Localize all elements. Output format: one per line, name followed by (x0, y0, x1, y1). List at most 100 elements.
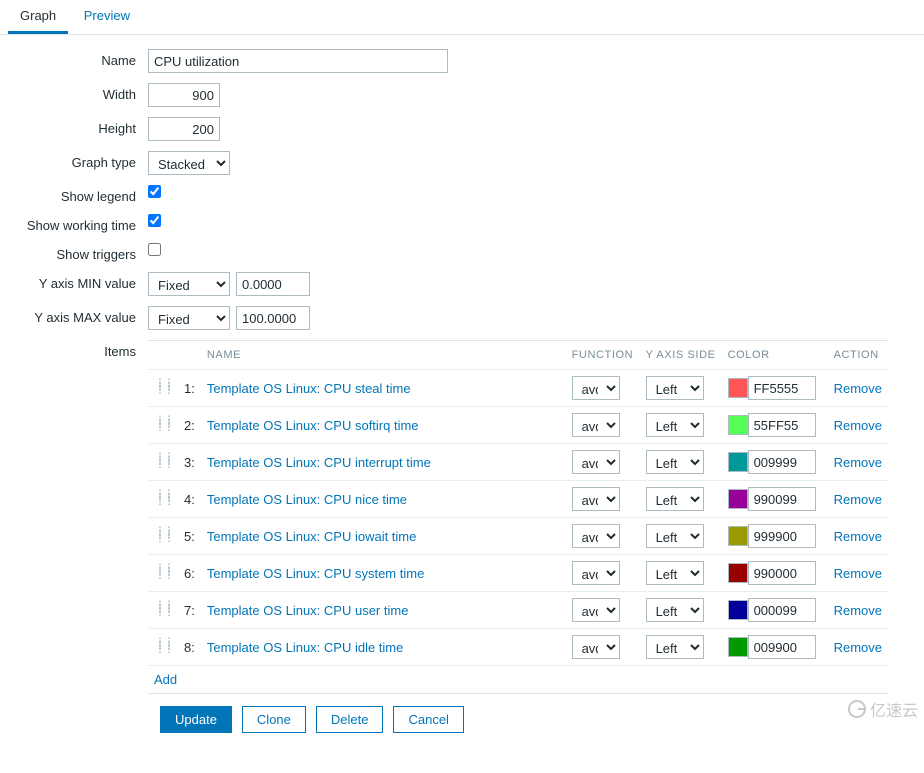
y-max-mode-select[interactable]: Fixed (148, 306, 230, 330)
drag-handle-icon[interactable]: ⋮⋮⋮⋮⋮⋮ (148, 518, 178, 555)
function-select[interactable]: avg (572, 524, 620, 548)
yaxis-side-select[interactable]: Left (646, 487, 704, 511)
drag-handle-icon[interactable]: ⋮⋮⋮⋮⋮⋮ (148, 481, 178, 518)
function-select[interactable]: avg (572, 561, 620, 585)
yaxis-side-select[interactable]: Left (646, 598, 704, 622)
y-min-value-field[interactable] (236, 272, 310, 296)
item-index: 7: (178, 592, 201, 629)
remove-link[interactable]: Remove (834, 455, 882, 470)
y-min-mode-select[interactable]: Fixed (148, 272, 230, 296)
color-swatch[interactable] (728, 452, 748, 472)
cancel-button[interactable]: Cancel (393, 706, 463, 733)
yaxis-side-select[interactable]: Left (646, 524, 704, 548)
remove-link[interactable]: Remove (834, 640, 882, 655)
yaxis-side-select[interactable]: Left (646, 376, 704, 400)
table-row: ⋮⋮⋮⋮⋮⋮2:Template OS Linux: CPU softirq t… (148, 407, 888, 444)
color-field[interactable] (748, 598, 816, 622)
remove-link[interactable]: Remove (834, 492, 882, 507)
table-row: ⋮⋮⋮⋮⋮⋮4: Template OS Linux: CPU nice time… (148, 481, 888, 518)
tab-preview[interactable]: Preview (72, 0, 142, 31)
item-index: 3: (178, 444, 201, 481)
color-swatch[interactable] (728, 600, 748, 620)
y-max-value-field[interactable] (236, 306, 310, 330)
function-select[interactable]: avg (572, 376, 620, 400)
table-row: ⋮⋮⋮⋮⋮⋮1: Template OS Linux: CPU steal tim… (148, 370, 888, 407)
drag-handle-icon[interactable]: ⋮⋮⋮⋮⋮⋮ (148, 444, 178, 481)
item-index: 1: (178, 370, 201, 407)
items-table-wrap: NAME FUNCTION Y AXIS SIDE COLOR ACTION ⋮… (148, 340, 888, 694)
yaxis-side-select[interactable]: Left (646, 450, 704, 474)
yaxis-side-select[interactable]: Left (646, 561, 704, 585)
height-field[interactable] (148, 117, 220, 141)
drag-handle-icon[interactable]: ⋮⋮⋮⋮⋮⋮ (148, 407, 178, 444)
color-field[interactable] (748, 450, 816, 474)
color-swatch[interactable] (728, 526, 748, 546)
item-name-link[interactable]: Template OS Linux: CPU system time (207, 566, 424, 581)
color-swatch[interactable] (728, 637, 748, 657)
color-field[interactable] (748, 635, 816, 659)
header-function: FUNCTION (566, 341, 640, 370)
color-swatch[interactable] (728, 489, 748, 509)
remove-link[interactable]: Remove (834, 381, 882, 396)
label-show-working-time: Show working time (0, 214, 148, 233)
width-field[interactable] (148, 83, 220, 107)
item-name-link[interactable]: Template OS Linux: CPU idle time (207, 640, 404, 655)
item-name-link[interactable]: Template OS Linux: CPU steal time (207, 381, 411, 396)
color-field[interactable] (748, 376, 816, 400)
item-name-link[interactable]: Template OS Linux: CPU user time (207, 603, 409, 618)
button-bar: Update Clone Delete Cancel (0, 706, 924, 733)
drag-handle-icon[interactable]: ⋮⋮⋮⋮⋮⋮ (148, 592, 178, 629)
color-field[interactable] (748, 524, 816, 548)
label-width: Width (0, 83, 148, 102)
label-show-triggers: Show triggers (0, 243, 148, 262)
item-name-link[interactable]: Template OS Linux: CPU nice time (207, 492, 407, 507)
color-field[interactable] (748, 487, 816, 511)
item-name-link[interactable]: Template OS Linux: CPU softirq time (207, 418, 419, 433)
color-swatch[interactable] (728, 563, 748, 583)
label-y-max: Y axis MAX value (0, 306, 148, 325)
item-name-link[interactable]: Template OS Linux: CPU iowait time (207, 529, 417, 544)
color-field[interactable] (748, 413, 816, 437)
color-swatch[interactable] (728, 415, 748, 435)
yaxis-side-select[interactable]: Left (646, 635, 704, 659)
remove-link[interactable]: Remove (834, 603, 882, 618)
add-item-link[interactable]: Add (154, 672, 177, 687)
remove-link[interactable]: Remove (834, 529, 882, 544)
label-height: Height (0, 117, 148, 136)
update-button[interactable]: Update (160, 706, 232, 733)
drag-handle-icon[interactable]: ⋮⋮⋮⋮⋮⋮ (148, 629, 178, 666)
function-select[interactable]: avg (572, 487, 620, 511)
drag-handle-icon[interactable]: ⋮⋮⋮⋮⋮⋮ (148, 555, 178, 592)
table-row: ⋮⋮⋮⋮⋮⋮3: Template OS Linux: CPU interrupt… (148, 444, 888, 481)
color-swatch[interactable] (728, 378, 748, 398)
function-select[interactable]: avg (572, 635, 620, 659)
function-select[interactable]: avg (572, 413, 620, 437)
item-index: 8: (178, 629, 201, 666)
label-items: Items (0, 340, 148, 359)
remove-link[interactable]: Remove (834, 418, 882, 433)
label-show-legend: Show legend (0, 185, 148, 204)
header-color: COLOR (722, 341, 828, 370)
item-index: 4: (178, 481, 201, 518)
function-select[interactable]: avg (572, 450, 620, 474)
graph-type-select[interactable]: Stacked (148, 151, 230, 175)
delete-button[interactable]: Delete (316, 706, 384, 733)
show-triggers-checkbox[interactable] (148, 243, 161, 256)
label-graph-type: Graph type (0, 151, 148, 170)
function-select[interactable]: avg (572, 598, 620, 622)
header-action: ACTION (828, 341, 888, 370)
clone-button[interactable]: Clone (242, 706, 306, 733)
remove-link[interactable]: Remove (834, 566, 882, 581)
table-row: ⋮⋮⋮⋮⋮⋮7: Template OS Linux: CPU user time… (148, 592, 888, 629)
yaxis-side-select[interactable]: Left (646, 413, 704, 437)
show-legend-checkbox[interactable] (148, 185, 161, 198)
color-field[interactable] (748, 561, 816, 585)
table-row: ⋮⋮⋮⋮⋮⋮5:Template OS Linux: CPU iowait ti… (148, 518, 888, 555)
drag-handle-icon[interactable]: ⋮⋮⋮⋮⋮⋮ (148, 370, 178, 407)
tab-graph[interactable]: Graph (8, 0, 68, 34)
item-name-link[interactable]: Template OS Linux: CPU interrupt time (207, 455, 431, 470)
name-field[interactable] (148, 49, 448, 73)
show-working-time-checkbox[interactable] (148, 214, 161, 227)
watermark: 亿速云 (848, 697, 918, 721)
table-row: ⋮⋮⋮⋮⋮⋮8: Template OS Linux: CPU idle time… (148, 629, 888, 666)
